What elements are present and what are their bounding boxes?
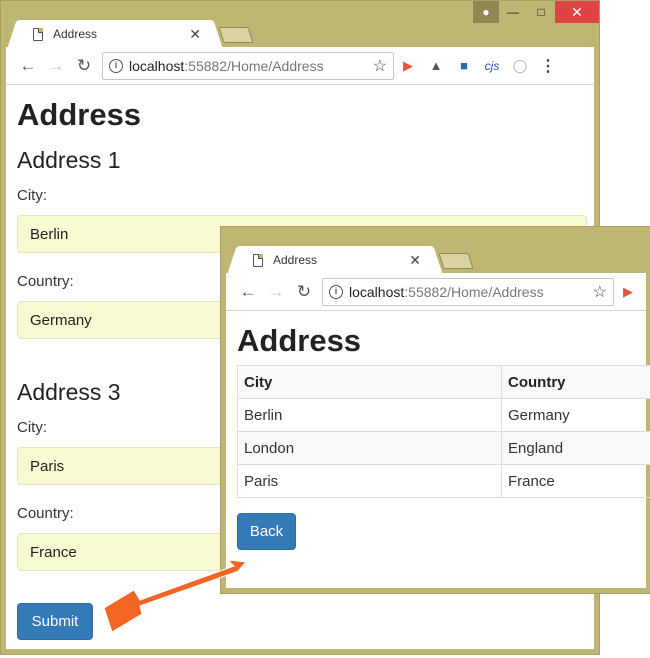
address-bar[interactable]: i localhost:55882/Home/Address ☆ bbox=[102, 51, 394, 80]
tab-strip: Address ✕ ● — □ ✕ bbox=[1, 1, 599, 48]
table-cell: Berlin bbox=[237, 398, 502, 432]
new-tab-button[interactable] bbox=[438, 253, 474, 269]
url-host: localhost bbox=[129, 57, 185, 74]
tab-address[interactable]: Address ✕ bbox=[19, 20, 211, 48]
url-path: :55882/Home/Address bbox=[184, 57, 324, 74]
extension-icon[interactable]: ■ bbox=[450, 58, 478, 73]
city-label: City: bbox=[17, 419, 47, 436]
address-bar[interactable]: i localhost:55882/Home/Address ☆ bbox=[322, 277, 614, 306]
star-icon[interactable]: ☆ bbox=[593, 282, 607, 302]
country-label: Country: bbox=[17, 505, 74, 522]
address-3-heading: Address 3 bbox=[17, 379, 121, 405]
table-cell: France bbox=[501, 464, 650, 498]
url-path: :55882/Home/Address bbox=[404, 283, 544, 300]
tab-address[interactable]: Address ✕ bbox=[239, 246, 431, 274]
table-cell: London bbox=[237, 431, 502, 465]
submit-button[interactable]: Submit bbox=[17, 603, 93, 640]
column-header-country: Country bbox=[501, 365, 650, 399]
extension-icon[interactable]: ▶ bbox=[394, 58, 422, 74]
back-arrow-icon[interactable]: ← bbox=[14, 56, 42, 76]
page-title: Address bbox=[237, 323, 362, 358]
table-cell: Paris bbox=[237, 464, 502, 498]
country-label: Country: bbox=[17, 273, 74, 290]
browser-toolbar: ← → ↻ i localhost:55882/Home/Address ☆ ▶… bbox=[6, 47, 594, 85]
document-icon bbox=[33, 27, 43, 41]
info-icon[interactable]: i bbox=[109, 58, 123, 73]
user-icon[interactable]: ● bbox=[473, 1, 499, 23]
reload-icon[interactable]: ↻ bbox=[70, 56, 98, 76]
extension-icon[interactable]: ◯ bbox=[506, 58, 534, 74]
tab-title: Address bbox=[53, 27, 98, 41]
page-title: Address bbox=[17, 97, 142, 132]
column-header-city: City bbox=[237, 365, 502, 399]
window-controls: ● — □ ✕ bbox=[473, 1, 599, 23]
forward-arrow-icon[interactable]: → bbox=[42, 56, 70, 76]
table-header-row: City Country bbox=[237, 365, 650, 399]
close-icon[interactable]: ✕ bbox=[555, 1, 599, 23]
close-tab-icon[interactable]: ✕ bbox=[409, 252, 421, 269]
extension-icon[interactable]: cjs bbox=[478, 59, 506, 73]
browser-window-result: Address ✕ ← → ↻ i localhost:55882/Home/A… bbox=[220, 226, 650, 594]
back-arrow-icon[interactable]: ← bbox=[234, 282, 262, 302]
tab-strip: Address ✕ bbox=[221, 227, 650, 274]
table-cell: England bbox=[501, 431, 650, 465]
forward-arrow-icon[interactable]: → bbox=[262, 282, 290, 302]
extension-icon[interactable]: ▲ bbox=[422, 58, 450, 73]
star-icon[interactable]: ☆ bbox=[373, 56, 387, 76]
address-1-heading: Address 1 bbox=[17, 147, 121, 173]
city-label: City: bbox=[17, 187, 47, 204]
url-host: localhost bbox=[349, 283, 405, 300]
close-tab-icon[interactable]: ✕ bbox=[189, 26, 201, 43]
new-tab-button[interactable] bbox=[218, 27, 254, 43]
info-icon[interactable]: i bbox=[329, 284, 343, 299]
table-row: Berlin Germany bbox=[237, 398, 650, 432]
back-button[interactable]: Back bbox=[237, 513, 296, 550]
table-row: Paris France bbox=[237, 464, 650, 498]
tab-title: Address bbox=[273, 253, 318, 267]
address-table: City Country Berlin Germany London Engla… bbox=[237, 365, 650, 498]
page-content: Address City Country Berlin Germany Lond… bbox=[226, 311, 650, 588]
table-cell: Germany bbox=[501, 398, 650, 432]
minimize-icon[interactable]: — bbox=[499, 1, 527, 23]
maximize-icon[interactable]: □ bbox=[527, 1, 555, 23]
menu-icon[interactable]: ⋮ bbox=[534, 56, 562, 76]
document-icon bbox=[253, 253, 263, 267]
reload-icon[interactable]: ↻ bbox=[290, 282, 318, 302]
table-row: London England bbox=[237, 431, 650, 465]
extension-icon[interactable]: ▶ bbox=[614, 284, 642, 300]
browser-toolbar: ← → ↻ i localhost:55882/Home/Address ☆ ▶ bbox=[226, 273, 646, 311]
